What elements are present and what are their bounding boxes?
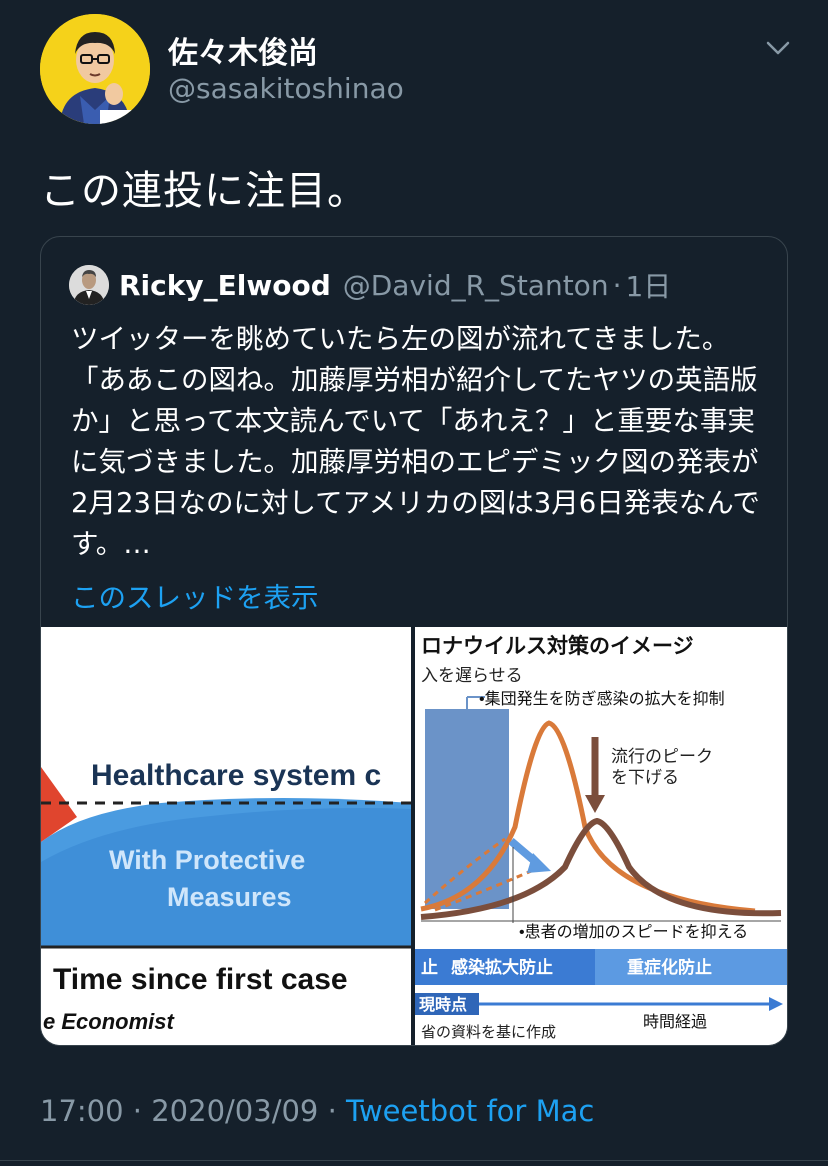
note-speed: •患者の増加のスピードを抑える <box>519 923 748 941</box>
note-cluster: •集団発生を防ぎ感染の拡大を抑制 <box>479 690 725 708</box>
protective-label-line2: Measures <box>167 882 292 912</box>
quoted-header: Ricky_Elwood @David_R_Stanton · 1日 <box>119 265 671 305</box>
healthcare-system-label: Healthcare system c <box>91 759 381 792</box>
client-link[interactable]: Tweetbot for Mac <box>346 1094 594 1128</box>
mhlw-title: ロナウイルス対策のイメージ <box>421 634 694 658</box>
quoted-tweet-card[interactable]: Ricky_Elwood @David_R_Stanton · 1日 ツイッター… <box>40 236 788 1046</box>
footer-separator: · <box>318 1094 347 1128</box>
timeline-elapsed: 時間経過 <box>643 1013 707 1031</box>
quoted-text: ツイッターを眺めていたら左の図が流れてきました。「ああこの図ね。加藤厚労相が紹介… <box>71 323 760 560</box>
timeline-now: 現時点 <box>419 995 467 1014</box>
tweet-footer: 17:00 · 2020/03/09 · Tweetbot for Mac <box>40 1094 594 1128</box>
tweet-time: 17:00 <box>40 1094 124 1128</box>
mhlw-source: 省の資料を基に作成 <box>421 1024 556 1041</box>
tweet-text: この連投に注目。 <box>40 168 368 214</box>
quoted-avatar[interactable] <box>69 265 109 305</box>
note-peak-line1: 流行のピーク <box>611 747 713 766</box>
media-image-mhlw-chart[interactable]: ロナウイルス対策のイメージ 入を遅らせる •集団発生を防ぎ感染の拡大を抑制 流行… <box>415 627 787 1045</box>
author-avatar[interactable] <box>40 14 150 124</box>
bottom-divider <box>0 1160 828 1161</box>
author-handle[interactable]: @sasakitoshinao <box>168 72 404 105</box>
show-thread-link[interactable]: このスレッドを表示 <box>71 575 319 615</box>
quoted-time: 1日 <box>625 270 672 303</box>
band-mid-label: 感染拡大防止 <box>451 957 553 977</box>
x-axis-label: Time since first case <box>53 963 348 996</box>
note-peak-line2: を下げる <box>611 768 679 787</box>
quoted-handle[interactable]: @David_R_Stanton <box>343 269 609 302</box>
quoted-name[interactable]: Ricky_Elwood <box>119 269 331 302</box>
author-name[interactable]: 佐々木俊尚 <box>168 28 318 72</box>
band-left-label: 止 <box>421 957 438 977</box>
economist-source: e Economist <box>43 1009 175 1034</box>
chevron-down-icon[interactable] <box>764 38 792 58</box>
band-right-label: 重症化防止 <box>627 957 712 977</box>
media-image-economist-chart[interactable]: Healthcare system c With Protective Meas… <box>41 627 411 1045</box>
footer-separator: · <box>123 1094 152 1128</box>
quoted-separator: · <box>612 268 622 302</box>
tweet-date: 2020/03/09 <box>151 1094 319 1128</box>
protective-label-line1: With Protective <box>109 845 305 875</box>
note-delay: 入を遅らせる <box>421 666 523 685</box>
